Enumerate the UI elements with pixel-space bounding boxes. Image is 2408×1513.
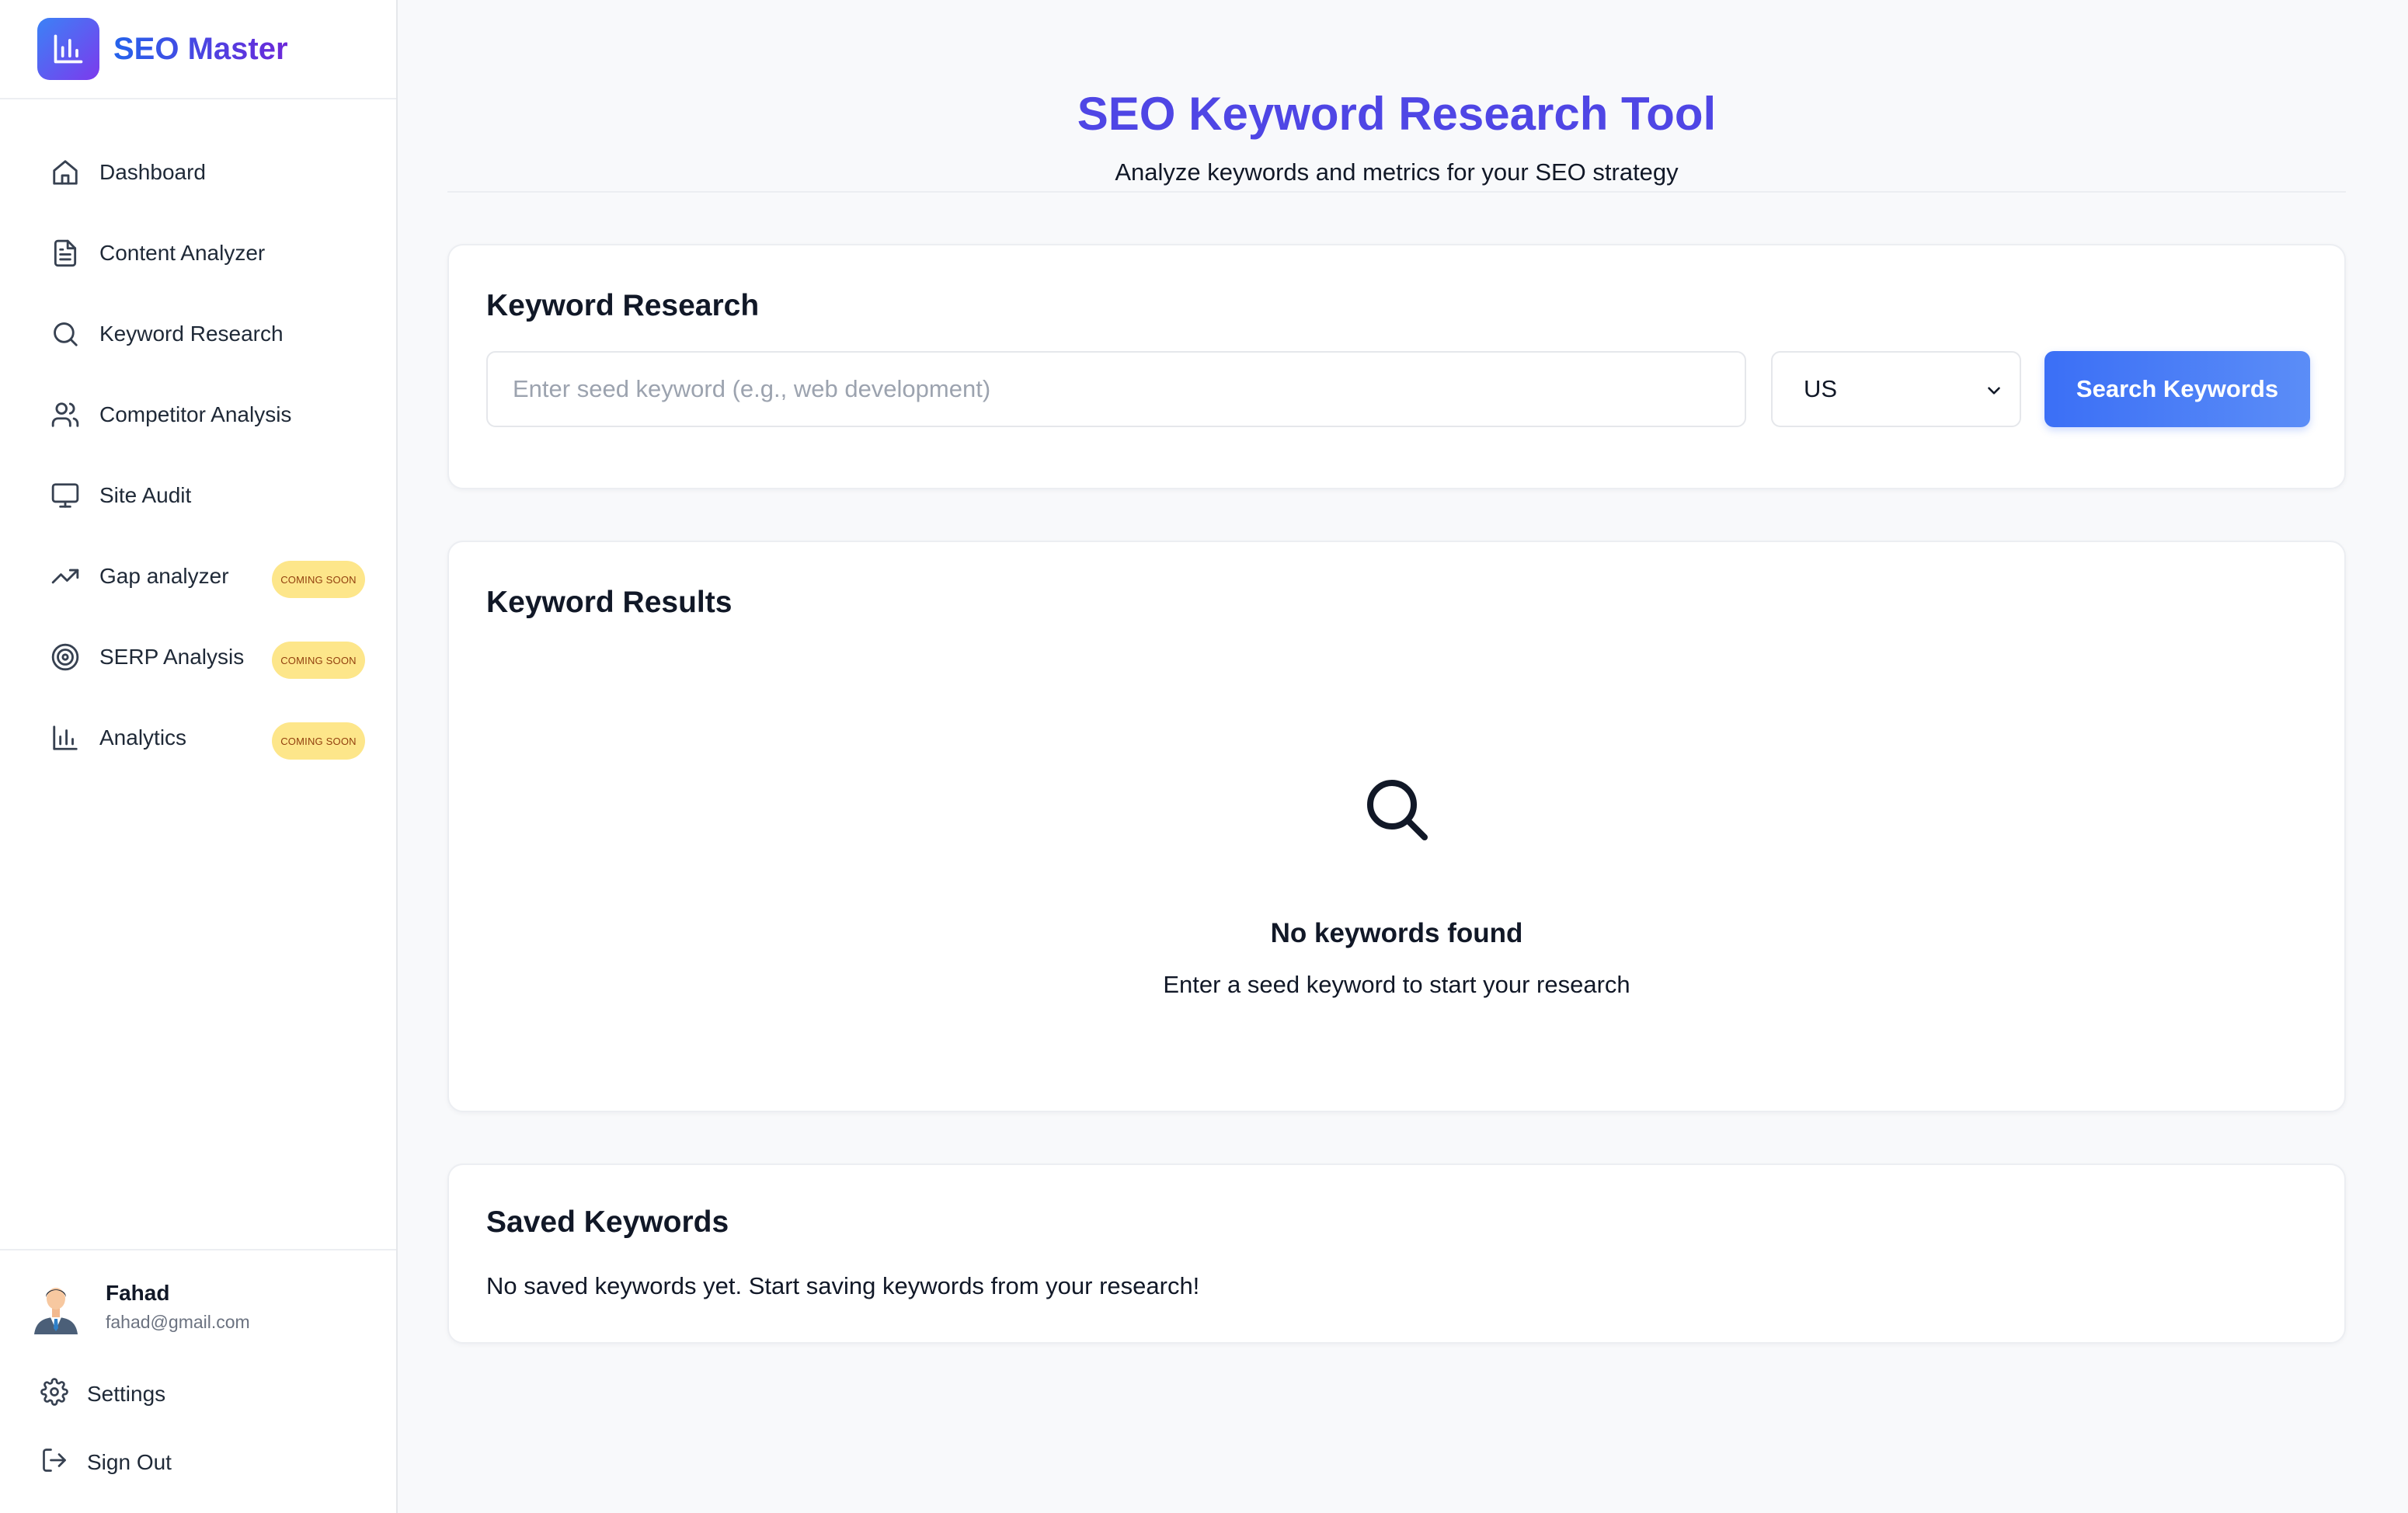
sign-out-link[interactable]: Sign Out (40, 1446, 172, 1478)
settings-label: Settings (87, 1381, 166, 1406)
sidebar-item-content-analyzer[interactable]: Content Analyzer (0, 213, 396, 294)
sidebar-item-label: Competitor Analysis (99, 402, 292, 426)
home-icon (50, 157, 81, 188)
empty-state-subtitle: Enter a seed keyword to start your resea… (1163, 971, 1630, 998)
search-icon (1359, 772, 1434, 847)
user-info: Fahad fahad@gmail.com (106, 1281, 250, 1333)
sidebar-item-analytics[interactable]: Analytics COMING SOON (0, 697, 396, 778)
app-root: SEO Master Dashboard Content Analyzer Ke… (0, 0, 2408, 1513)
keyword-results-title: Keyword Results (486, 586, 732, 619)
sidebar-item-label: Dashboard (99, 160, 206, 184)
gear-icon (40, 1378, 68, 1410)
search-icon (50, 318, 81, 350)
saved-keywords-card: Saved Keywords No saved keywords yet. St… (447, 1163, 2346, 1344)
sidebar-item-dashboard[interactable]: Dashboard (0, 132, 396, 213)
search-keywords-button[interactable]: Search Keywords (2044, 351, 2310, 427)
keyword-research-card: Keyword Research US Search Keywords (447, 244, 2346, 489)
divider (447, 191, 2346, 193)
sidebar-item-label: Gap analyzer (99, 564, 229, 588)
users-icon (50, 399, 81, 430)
sidebar-item-keyword-research[interactable]: Keyword Research (0, 294, 396, 374)
seed-keyword-input[interactable] (486, 351, 1746, 427)
brand[interactable]: SEO Master (0, 0, 396, 99)
chevron-down-icon (1984, 381, 2004, 405)
trending-up-icon (50, 561, 81, 592)
saved-keywords-empty-text: No saved keywords yet. Start saving keyw… (486, 1272, 1200, 1299)
log-out-icon (40, 1446, 68, 1478)
sidebar-item-label: Content Analyzer (99, 241, 266, 265)
sidebar-item-label: SERP Analysis (99, 645, 245, 669)
bar-chart-icon (50, 722, 81, 753)
sidebar-item-competitor-analysis[interactable]: Competitor Analysis (0, 374, 396, 455)
user-email: fahad@gmail.com (106, 1311, 250, 1332)
coming-soon-badge: COMING SOON (272, 722, 365, 760)
sidebar-item-gap-analyzer[interactable]: Gap analyzer COMING SOON (0, 536, 396, 617)
page-title: SEO Keyword Research Tool (1077, 88, 1717, 140)
avatar (31, 1278, 81, 1334)
file-text-icon (50, 238, 81, 269)
sidebar-nav: Dashboard Content Analyzer Keyword Resea… (0, 132, 396, 778)
monitor-icon (50, 480, 81, 511)
main-content: SEO Keyword Research Tool Analyze keywor… (398, 0, 2408, 1513)
coming-soon-badge: COMING SOON (272, 561, 365, 598)
sidebar-item-label: Site Audit (99, 483, 192, 507)
empty-state-title: No keywords found (1270, 918, 1523, 948)
settings-link[interactable]: Settings (40, 1378, 165, 1410)
brand-logo-icon (37, 18, 99, 80)
keyword-research-title: Keyword Research (486, 289, 760, 322)
user-profile[interactable]: Fahad fahad@gmail.com (31, 1278, 250, 1334)
saved-keywords-title: Saved Keywords (486, 1205, 729, 1239)
country-select-value: US (1804, 375, 1838, 402)
country-select[interactable]: US (1771, 351, 2021, 427)
user-name: Fahad (106, 1280, 170, 1305)
brand-name: SEO Master (113, 31, 288, 66)
sidebar-item-serp-analysis[interactable]: SERP Analysis COMING SOON (0, 617, 396, 697)
page-subtitle: Analyze keywords and metrics for your SE… (1115, 158, 1679, 186)
sidebar-footer: Fahad fahad@gmail.com Settings Sign Out (0, 1249, 396, 1513)
sidebar: SEO Master Dashboard Content Analyzer Ke… (0, 0, 398, 1513)
sidebar-item-label: Keyword Research (99, 322, 284, 346)
target-icon (50, 642, 81, 673)
sidebar-item-label: Analytics (99, 725, 187, 750)
sidebar-item-site-audit[interactable]: Site Audit (0, 455, 396, 536)
coming-soon-badge: COMING SOON (272, 642, 365, 679)
keyword-results-card: Keyword Results No keywords found Enter … (447, 541, 2346, 1112)
sign-out-label: Sign Out (87, 1449, 172, 1474)
